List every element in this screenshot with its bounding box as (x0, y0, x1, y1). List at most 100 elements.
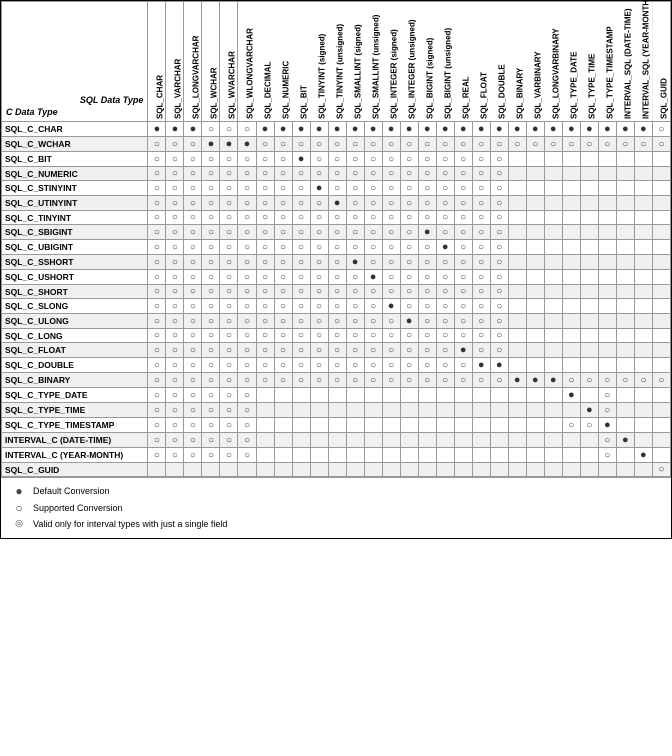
open-dot: ○ (604, 435, 610, 446)
cell-1-25: ○ (598, 137, 616, 152)
cell-11-15: ○ (418, 285, 436, 299)
cell-4-20 (508, 181, 526, 196)
open-dot: ○ (226, 405, 232, 416)
cell-22-9 (310, 448, 328, 463)
cell-19-7 (274, 403, 292, 418)
cell-23-8 (292, 463, 310, 477)
cell-16-8: ○ (292, 358, 310, 373)
cell-18-0: ○ (148, 388, 166, 403)
cell-8-12: ○ (364, 240, 382, 255)
cell-3-10: ○ (328, 167, 346, 181)
cell-12-6: ○ (256, 299, 274, 314)
cell-21-22 (544, 433, 562, 448)
cell-11-27 (634, 285, 652, 299)
cell-17-10: ○ (328, 373, 346, 388)
open-dot: ○ (244, 124, 250, 135)
cell-14-4: ○ (220, 329, 238, 343)
cell-4-28 (652, 181, 670, 196)
filled-dot: ● (568, 389, 575, 401)
open-dot: ○ (478, 272, 484, 283)
open-dot: ○ (442, 198, 448, 209)
open-dot: ○ (172, 168, 178, 179)
cell-22-3: ○ (202, 448, 220, 463)
open-dot: ○ (496, 183, 502, 194)
open-dot: ○ (316, 330, 322, 341)
cell-19-16 (436, 403, 454, 418)
cell-3-25 (598, 167, 616, 181)
row-label-22: INTERVAL_C (YEAR-MONTH) (2, 448, 148, 463)
col-header-15: SQL_BIGINT (signed) (418, 2, 436, 122)
cell-4-22 (544, 181, 562, 196)
open-dot: ○ (244, 345, 250, 356)
cell-8-27 (634, 240, 652, 255)
cell-4-26 (616, 181, 634, 196)
cell-6-10: ○ (328, 211, 346, 225)
cell-0-16: ● (436, 122, 454, 137)
cell-23-15 (418, 463, 436, 477)
cell-14-13: ○ (382, 329, 400, 343)
cell-15-7: ○ (274, 343, 292, 358)
cell-13-21 (526, 314, 544, 329)
filled-dot: ● (316, 123, 323, 135)
open-dot: ○ (388, 183, 394, 194)
cell-2-3: ○ (202, 152, 220, 167)
table-row: SQL_C_UBIGINT○○○○○○○○○○○○○○○○●○○○ (2, 240, 671, 255)
open-dot: ○ (460, 168, 466, 179)
open-dot: ○ (316, 345, 322, 356)
open-dot: ○ (154, 330, 160, 341)
cell-2-5: ○ (238, 152, 256, 167)
cell-13-25 (598, 314, 616, 329)
open-dot: ○ (370, 316, 376, 327)
cell-19-9 (310, 403, 328, 418)
open-dot: ○ (190, 242, 196, 253)
cell-22-23 (562, 448, 580, 463)
table-row: SQL_C_BINARY○○○○○○○○○○○○○○○○○○○○●●●○○○○○… (2, 373, 671, 388)
filled-dot: ● (532, 123, 539, 135)
open-dot: ○ (190, 272, 196, 283)
open-dot: ○ (190, 316, 196, 327)
cell-15-6: ○ (256, 343, 274, 358)
open-dot: ○ (280, 375, 286, 386)
open-dot: ○ (226, 301, 232, 312)
open-dot: ○ (370, 257, 376, 268)
cell-18-2: ○ (184, 388, 202, 403)
open-dot: ○ (190, 390, 196, 401)
cell-23-24 (580, 463, 598, 477)
cell-17-8: ○ (292, 373, 310, 388)
open-dot: ○ (208, 212, 214, 223)
cell-23-5 (238, 463, 256, 477)
cell-22-14 (400, 448, 418, 463)
cell-11-24 (580, 285, 598, 299)
conversion-table: SQL Data TypeC Data TypeSQL_CHARSQL_VARC… (1, 1, 671, 477)
cell-19-1: ○ (166, 403, 184, 418)
open-dot: ○ (478, 198, 484, 209)
cell-21-20 (508, 433, 526, 448)
open-dot: ○ (658, 139, 664, 150)
cell-15-20 (508, 343, 526, 358)
cell-15-28 (652, 343, 670, 358)
filled-dot: ● (388, 300, 395, 312)
open-dot: ○ (262, 198, 268, 209)
cell-8-17: ○ (454, 240, 472, 255)
col-header-25: SQL_TYPE_TIMESTAMP (598, 2, 616, 122)
open-dot: ○ (370, 286, 376, 297)
open-dot: ○ (190, 360, 196, 371)
cell-16-14: ○ (400, 358, 418, 373)
cell-22-2: ○ (184, 448, 202, 463)
cell-13-10: ○ (328, 314, 346, 329)
cell-18-16 (436, 388, 454, 403)
cell-7-20 (508, 225, 526, 240)
open-dot: ○ (226, 257, 232, 268)
cell-14-15: ○ (418, 329, 436, 343)
open-dot: ○ (424, 154, 430, 165)
cell-8-3: ○ (202, 240, 220, 255)
cell-10-13: ○ (382, 270, 400, 285)
cell-11-11: ○ (346, 285, 364, 299)
cell-16-3: ○ (202, 358, 220, 373)
cell-13-12: ○ (364, 314, 382, 329)
cell-13-20 (508, 314, 526, 329)
filled-dot: ● (442, 241, 449, 253)
cell-18-21 (526, 388, 544, 403)
open-dot: ○ (478, 286, 484, 297)
cell-11-6: ○ (256, 285, 274, 299)
